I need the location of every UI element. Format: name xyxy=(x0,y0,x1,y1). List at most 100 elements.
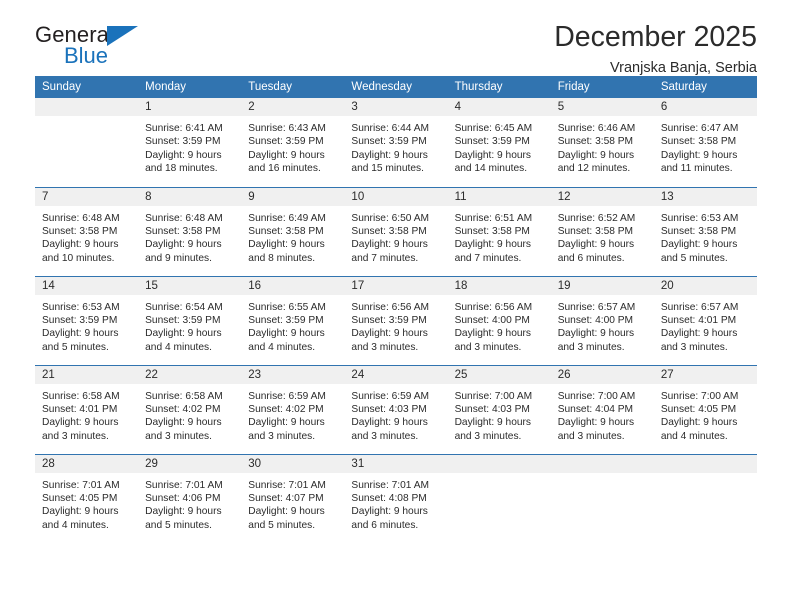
calendar-day-cell[interactable]: 19 Sunrise: 6:57 AM Sunset: 4:00 PM Dayligh… xyxy=(550,275,654,365)
day-details: Sunrise: 6:58 AM Sunset: 4:01 PM Daylight:… xyxy=(35,384,138,444)
sunrise-text: Sunrise: 6:53 AM xyxy=(660,212,739,224)
daylight-text-line2: and 3 minutes. xyxy=(454,341,522,353)
daylight-text-line2: and 4 minutes. xyxy=(42,519,109,531)
day-number: 31 xyxy=(344,454,448,473)
sunset-text: Sunset: 4:03 PM xyxy=(351,403,427,415)
day-number: 17 xyxy=(344,276,448,295)
sunrise-text: Sunrise: 7:01 AM xyxy=(351,479,430,491)
calendar-day-cell[interactable]: 22 Sunrise: 6:58 AM Sunset: 4:02 PM Dayligh… xyxy=(138,364,242,454)
daylight-text-line1: Daylight: 9 hours xyxy=(557,239,635,251)
calendar-day-cell[interactable]: 9 Sunrise: 6:49 AM Sunset: 3:58 PM Daylight… xyxy=(241,186,345,276)
calendar-day-cell[interactable]: 8 Sunrise: 6:48 AM Sunset: 3:58 PM Daylight… xyxy=(138,186,242,276)
day-cell-inner: 27 Sunrise: 7:00 AM Sunset: 4:05 PM Dayligh… xyxy=(653,365,757,454)
day-details: Sunrise: 6:54 AM Sunset: 3:59 PM Daylight:… xyxy=(138,295,241,355)
calendar-day-cell[interactable]: 27 Sunrise: 7:00 AM Sunset: 4:05 PM Dayligh… xyxy=(653,364,757,454)
sunset-text: Sunset: 3:59 PM xyxy=(42,314,118,326)
calendar-day-cell-empty xyxy=(550,453,654,544)
calendar-day-cell[interactable]: 11 Sunrise: 6:51 AM Sunset: 3:58 PM Dayligh… xyxy=(447,186,551,276)
calendar-day-cell[interactable]: 13 Sunrise: 6:53 AM Sunset: 3:58 PM Dayligh… xyxy=(653,186,757,276)
daylight-text-line1: Daylight: 9 hours xyxy=(351,328,428,340)
daylight-text-line1: Daylight: 9 hours xyxy=(660,239,738,251)
sunset-text: Sunset: 3:58 PM xyxy=(42,225,118,237)
calendar-day-cell[interactable]: 17 Sunrise: 6:56 AM Sunset: 3:59 PM Dayligh… xyxy=(344,275,448,365)
calendar-day-cell[interactable]: 14 Sunrise: 6:53 AM Sunset: 3:59 PM Dayligh… xyxy=(35,275,139,365)
sunrise-text: Sunrise: 6:52 AM xyxy=(557,212,636,224)
sunrise-text: Sunrise: 6:50 AM xyxy=(351,212,430,224)
day-number: 22 xyxy=(138,365,242,384)
calendar-day-cell[interactable]: 25 Sunrise: 7:00 AM Sunset: 4:03 PM Dayligh… xyxy=(447,364,551,454)
day-cell-inner: 22 Sunrise: 6:58 AM Sunset: 4:02 PM Dayligh… xyxy=(138,365,242,454)
daylight-text-line2: and 3 minutes. xyxy=(351,430,419,442)
daylight-text-line2: and 4 minutes. xyxy=(660,430,728,442)
sunrise-text: Sunrise: 6:47 AM xyxy=(660,123,739,134)
day-details: Sunrise: 6:45 AM Sunset: 3:59 PM Daylight:… xyxy=(448,116,551,176)
calendar-day-cell[interactable]: 1 Sunrise: 6:41 AM Sunset: 3:59 PM Daylight… xyxy=(138,98,242,187)
day-cell-inner: 21 Sunrise: 6:58 AM Sunset: 4:01 PM Dayligh… xyxy=(35,365,139,454)
daylight-text-line2: and 3 minutes. xyxy=(454,430,522,442)
weekday-header-friday: Friday xyxy=(550,76,654,98)
day-number: 14 xyxy=(35,276,139,295)
calendar-day-cell[interactable]: 16 Sunrise: 6:55 AM Sunset: 3:59 PM Dayligh… xyxy=(241,275,345,365)
day-cell-inner: 1 Sunrise: 6:41 AM Sunset: 3:59 PM Daylight… xyxy=(138,98,242,187)
day-number: 5 xyxy=(550,98,654,116)
day-details: Sunrise: 7:01 AM Sunset: 4:05 PM Daylight:… xyxy=(35,473,138,533)
calendar-day-cell[interactable]: 12 Sunrise: 6:52 AM Sunset: 3:58 PM Dayligh… xyxy=(550,186,654,276)
calendar-day-cell[interactable]: 3 Sunrise: 6:44 AM Sunset: 3:59 PM Daylight… xyxy=(344,98,448,187)
calendar-day-cell[interactable]: 31 Sunrise: 7:01 AM Sunset: 4:08 PM Dayligh… xyxy=(344,453,448,544)
calendar-day-cell[interactable]: 24 Sunrise: 6:59 AM Sunset: 4:03 PM Dayligh… xyxy=(344,364,448,454)
day-details: Sunrise: 6:47 AM Sunset: 3:58 PM Daylight:… xyxy=(654,116,757,176)
sunset-text: Sunset: 3:59 PM xyxy=(248,136,324,148)
day-details: Sunrise: 7:01 AM Sunset: 4:07 PM Daylight:… xyxy=(241,473,344,533)
calendar-day-cell[interactable]: 28 Sunrise: 7:01 AM Sunset: 4:05 PM Dayligh… xyxy=(35,453,139,543)
daylight-text-line2: and 12 minutes. xyxy=(557,163,631,175)
calendar-day-cell[interactable]: 30 Sunrise: 7:01 AM Sunset: 4:07 PM Dayligh… xyxy=(241,453,345,543)
day-number: 8 xyxy=(138,187,242,206)
day-details: Sunrise: 6:56 AM Sunset: 4:00 PM Daylight:… xyxy=(448,295,551,355)
day-number: 27 xyxy=(653,365,757,384)
day-details: Sunrise: 6:43 AM Sunset: 3:59 PM Daylight:… xyxy=(241,116,344,176)
day-cell-inner: 13 Sunrise: 6:53 AM Sunset: 3:58 PM Dayligh… xyxy=(653,187,757,276)
day-cell-inner xyxy=(550,454,654,544)
daylight-text-line1: Daylight: 9 hours xyxy=(660,417,738,429)
daylight-text-line1: Daylight: 9 hours xyxy=(248,149,325,161)
sunrise-text: Sunrise: 6:56 AM xyxy=(351,301,430,313)
day-cell-inner: 17 Sunrise: 6:56 AM Sunset: 3:59 PM Dayligh… xyxy=(344,276,448,365)
weekday-header-monday: Monday xyxy=(138,76,242,98)
calendar-day-cell[interactable]: 2 Sunrise: 6:43 AM Sunset: 3:59 PM Daylight… xyxy=(241,98,345,187)
calendar-day-cell[interactable]: 18 Sunrise: 6:56 AM Sunset: 4:00 PM Dayligh… xyxy=(447,275,551,365)
day-details: Sunrise: 6:48 AM Sunset: 3:58 PM Daylight:… xyxy=(138,206,241,266)
calendar-day-cell[interactable]: 21 Sunrise: 6:58 AM Sunset: 4:01 PM Dayligh… xyxy=(35,364,139,454)
day-number: 11 xyxy=(447,187,551,206)
day-cell-inner: 31 Sunrise: 7:01 AM Sunset: 4:08 PM Dayligh… xyxy=(344,454,448,544)
sunrise-text: Sunrise: 6:55 AM xyxy=(248,301,326,313)
general-blue-logo: General Blue xyxy=(35,22,165,70)
day-details: Sunrise: 6:51 AM Sunset: 3:58 PM Daylight:… xyxy=(448,206,551,266)
calendar-day-cell[interactable]: 15 Sunrise: 6:54 AM Sunset: 3:59 PM Dayligh… xyxy=(138,275,242,365)
day-cell-inner: 20 Sunrise: 6:57 AM Sunset: 4:01 PM Dayligh… xyxy=(653,276,757,365)
daylight-text-line2: and 7 minutes. xyxy=(454,252,522,264)
calendar-week-row: 28 Sunrise: 7:01 AM Sunset: 4:05 PM Dayligh… xyxy=(35,453,757,544)
calendar-day-cell[interactable]: 6 Sunrise: 6:47 AM Sunset: 3:58 PM Daylight… xyxy=(653,98,757,187)
calendar-day-cell[interactable]: 10 Sunrise: 6:50 AM Sunset: 3:58 PM Dayligh… xyxy=(344,186,448,276)
calendar-day-cell[interactable]: 26 Sunrise: 7:00 AM Sunset: 4:04 PM Dayligh… xyxy=(550,364,654,454)
calendar-day-cell[interactable]: 4 Sunrise: 6:45 AM Sunset: 3:59 PM Daylight… xyxy=(447,98,551,187)
day-number xyxy=(35,98,139,116)
sunrise-text: Sunrise: 7:01 AM xyxy=(145,479,223,491)
sunrise-text: Sunrise: 6:46 AM xyxy=(557,123,636,134)
day-number: 29 xyxy=(138,454,242,473)
calendar-day-cell[interactable]: 23 Sunrise: 6:59 AM Sunset: 4:02 PM Dayligh… xyxy=(241,364,345,454)
calendar-day-cell[interactable]: 5 Sunrise: 6:46 AM Sunset: 3:58 PM Daylight… xyxy=(550,98,654,187)
day-number: 1 xyxy=(138,98,242,116)
day-cell-inner: 6 Sunrise: 6:47 AM Sunset: 3:58 PM Daylight… xyxy=(653,98,757,187)
calendar-day-cell[interactable]: 7 Sunrise: 6:48 AM Sunset: 3:58 PM Daylight… xyxy=(35,186,139,276)
calendar-day-cell[interactable]: 20 Sunrise: 6:57 AM Sunset: 4:01 PM Dayligh… xyxy=(653,275,757,365)
day-number: 24 xyxy=(344,365,448,384)
day-details: Sunrise: 7:00 AM Sunset: 4:05 PM Daylight:… xyxy=(654,384,757,444)
day-cell-inner: 23 Sunrise: 6:59 AM Sunset: 4:02 PM Dayligh… xyxy=(241,365,345,454)
daylight-text-line2: and 10 minutes. xyxy=(42,252,115,264)
day-details: Sunrise: 6:57 AM Sunset: 4:00 PM Daylight:… xyxy=(551,295,654,355)
calendar-day-cell[interactable]: 29 Sunrise: 7:01 AM Sunset: 4:06 PM Dayligh… xyxy=(138,453,242,543)
daylight-text-line1: Daylight: 9 hours xyxy=(145,149,222,161)
daylight-text-line1: Daylight: 9 hours xyxy=(42,417,119,429)
sunset-text: Sunset: 4:03 PM xyxy=(454,403,530,415)
